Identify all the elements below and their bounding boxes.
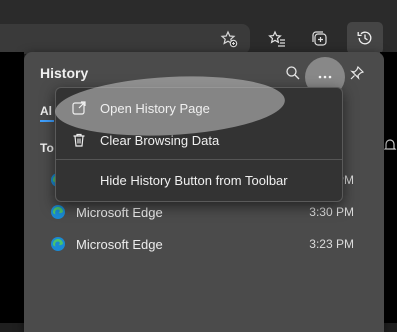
pin-button[interactable]: [344, 60, 370, 86]
panel-title: History: [40, 65, 89, 81]
history-item-title: Microsoft Edge: [76, 236, 163, 252]
add-favorite-icon[interactable]: [214, 24, 244, 54]
history-item[interactable]: Microsoft Edge 3:23 PM: [50, 231, 370, 257]
history-item-time: 3:30 PM: [309, 205, 354, 219]
more-options-menu: Open History Page Clear Browsing Data Hi…: [55, 87, 343, 202]
bell-icon: [383, 139, 397, 150]
pin-icon: [350, 65, 365, 80]
history-item-title: Microsoft Edge: [76, 204, 163, 220]
menu-item-label: Clear Browsing Data: [100, 132, 220, 148]
favorites-icon[interactable]: [262, 24, 292, 54]
history-item-time: 3:23 PM: [309, 237, 354, 251]
history-icon: [357, 31, 372, 45]
browser-toolbar: [0, 0, 397, 54]
external-link-icon: [70, 99, 88, 117]
section-today-heading: To: [40, 141, 54, 155]
menu-item-open-history-page[interactable]: Open History Page: [56, 93, 342, 123]
edge-icon: [51, 237, 65, 251]
history-toolbar-button[interactable]: [347, 22, 383, 54]
address-bar[interactable]: [0, 24, 250, 54]
edge-icon: [51, 205, 65, 219]
menu-item-label: Hide History Button from Toolbar: [100, 172, 288, 188]
menu-item-hide-history-button[interactable]: Hide History Button from Toolbar: [56, 165, 342, 195]
tab-all[interactable]: Al: [40, 104, 52, 118]
tab-active-indicator: [40, 120, 54, 122]
trash-icon: [70, 131, 88, 149]
page-content-left: [0, 52, 24, 323]
menu-separator: [56, 159, 342, 160]
search-icon: [286, 66, 300, 80]
search-button[interactable]: [280, 60, 306, 86]
history-item[interactable]: Microsoft Edge 3:30 PM: [50, 199, 370, 225]
menu-item-clear-browsing-data[interactable]: Clear Browsing Data: [56, 125, 342, 155]
menu-item-label: Open History Page: [100, 100, 210, 116]
ellipsis-icon: [318, 75, 332, 79]
collections-icon[interactable]: [305, 24, 335, 54]
